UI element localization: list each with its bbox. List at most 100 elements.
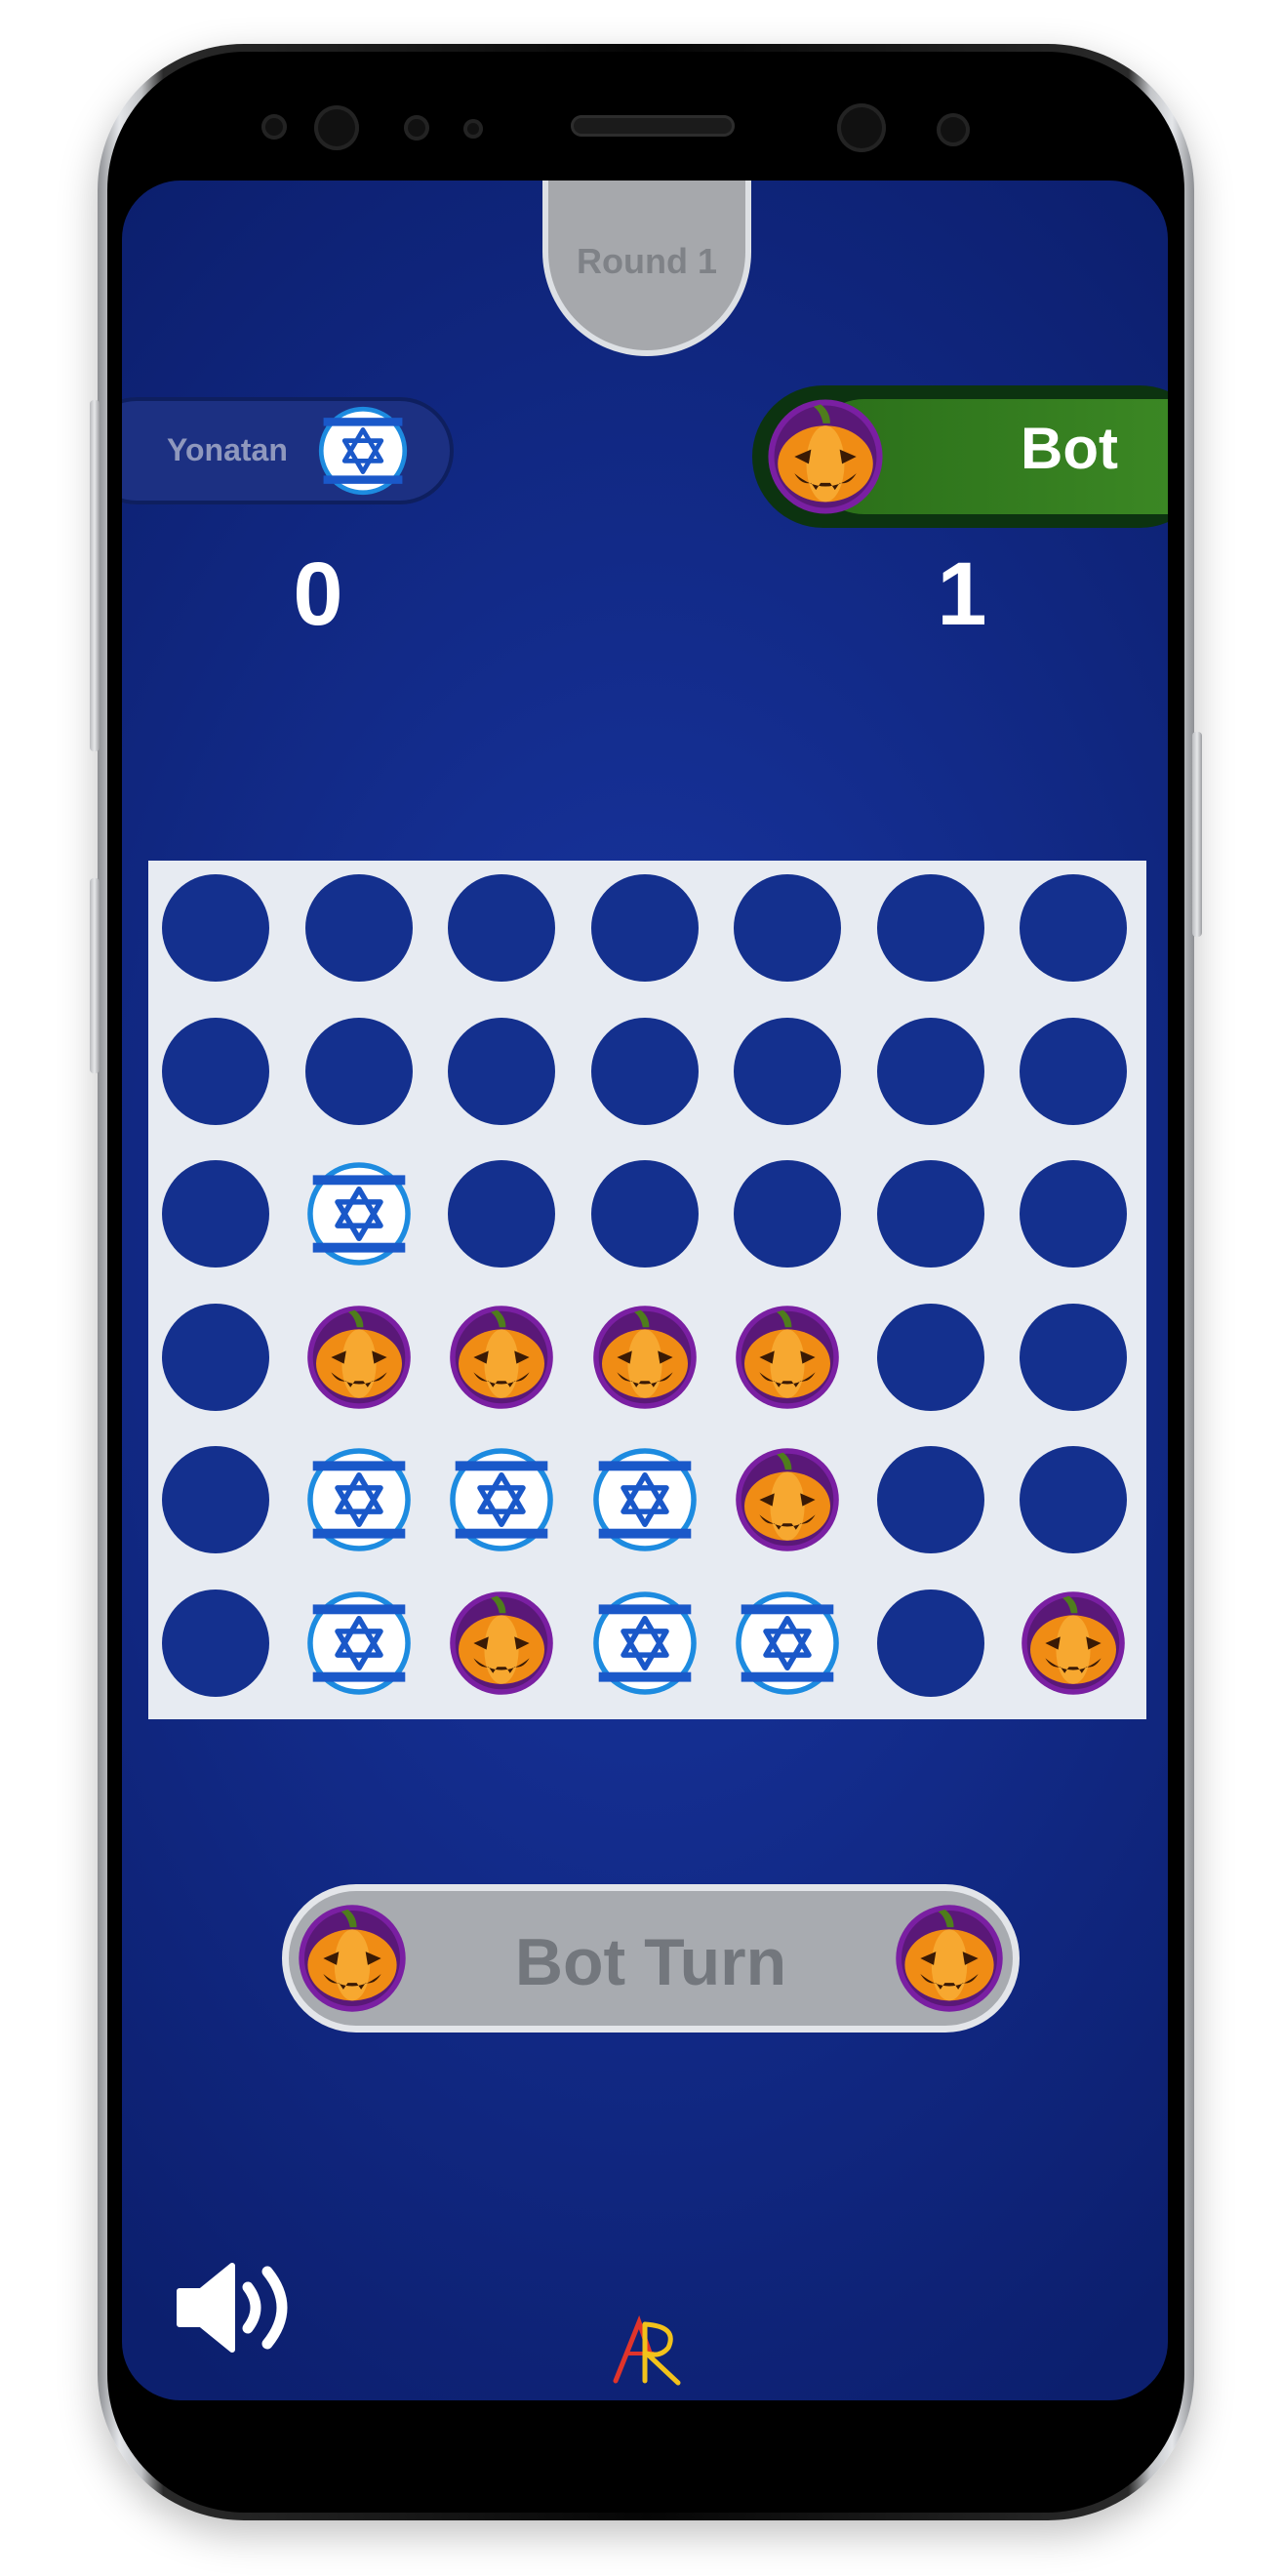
board-cell-r5-c4[interactable] [591, 1446, 699, 1553]
board-cell-r1-c7[interactable] [1020, 874, 1127, 982]
israel-flag-icon [317, 405, 409, 497]
board-cell-r5-c5[interactable] [734, 1446, 841, 1553]
board-hole [876, 1589, 984, 1697]
board-cell-r1-c5[interactable] [734, 874, 841, 982]
board-cell-r3-c1[interactable] [162, 1160, 269, 1268]
round-indicator: Round 1 [542, 181, 751, 356]
pumpkin-icon [734, 1304, 841, 1411]
player-pill-bot: Bot [752, 385, 1168, 528]
israel-flag-icon [448, 1446, 555, 1553]
board-hole [1020, 1303, 1127, 1411]
board-cell-r5-c1[interactable] [162, 1446, 269, 1553]
board-cell-r4-c2[interactable] [305, 1304, 413, 1411]
board-cell-r5-c3[interactable] [448, 1446, 555, 1553]
board-cell-r3-c4[interactable] [590, 1160, 699, 1268]
israel-flag-icon [734, 1590, 841, 1697]
board-cell-r3-c7[interactable] [1020, 1160, 1127, 1268]
board-cell-r1-c2[interactable] [304, 874, 413, 982]
pumpkin-icon [448, 1304, 555, 1411]
board-cell-r5-c6[interactable] [876, 1446, 984, 1553]
board-hole [448, 874, 555, 982]
board-cell-r2-c2[interactable] [304, 1017, 413, 1125]
pumpkin-icon [305, 1304, 413, 1411]
board-cell-r6-c3[interactable] [448, 1590, 555, 1697]
board-cell-r4-c6[interactable] [876, 1303, 984, 1411]
board-cell-r3-c2[interactable] [305, 1160, 413, 1268]
board-hole [162, 1589, 269, 1697]
board-hole [162, 1303, 269, 1411]
proximity-sensor [404, 115, 429, 141]
board-hole [876, 1446, 984, 1553]
board-cell-r4-c7[interactable] [1020, 1303, 1127, 1411]
earpiece-speaker [571, 115, 735, 137]
round-label: Round 1 [577, 241, 717, 281]
israel-flag-icon [305, 1446, 413, 1553]
game-screen: Round 1 Yonatan Bot 0 1 Bot Turn [122, 181, 1168, 2400]
board-cell-r2-c3[interactable] [448, 1017, 555, 1125]
board-hole [734, 874, 841, 982]
israel-flag-icon [305, 1590, 413, 1697]
board-cell-r1-c6[interactable] [876, 874, 984, 982]
board-cell-r6-c1[interactable] [162, 1589, 269, 1697]
pumpkin-icon [448, 1590, 555, 1697]
board-cell-r6-c5[interactable] [734, 1590, 841, 1697]
board-hole [876, 1303, 984, 1411]
board-cell-r3-c5[interactable] [734, 1160, 841, 1268]
board-hole [734, 1017, 841, 1125]
board-cell-r2-c4[interactable] [590, 1017, 699, 1125]
player-name-right: Bot [1021, 416, 1118, 481]
board-hole [876, 1017, 984, 1125]
sound-toggle-button[interactable] [176, 2254, 302, 2361]
board-cell-r5-c2[interactable] [305, 1446, 413, 1553]
player-name-left: Yonatan [167, 432, 288, 467]
game-board [148, 861, 1146, 1719]
board-cell-r3-c3[interactable] [448, 1160, 555, 1268]
board-cell-r6-c7[interactable] [1020, 1590, 1127, 1697]
board-cell-r1-c4[interactable] [590, 874, 699, 982]
board-hole [304, 1017, 413, 1125]
volume-button [90, 400, 100, 751]
board-hole [1020, 1446, 1127, 1553]
israel-flag-icon [591, 1590, 699, 1697]
board-cell-r2-c1[interactable] [162, 1017, 269, 1125]
score-left: 0 [293, 544, 343, 644]
board-hole [1020, 1017, 1127, 1125]
power-button [1192, 732, 1202, 937]
israel-flag-icon [591, 1446, 699, 1553]
board-hole [304, 874, 413, 982]
board-cell-r4-c1[interactable] [162, 1303, 269, 1411]
board-cell-r4-c4[interactable] [591, 1304, 699, 1411]
board-hole [448, 1160, 555, 1268]
board-hole [876, 874, 984, 982]
board-hole [162, 1017, 269, 1125]
board-cell-r3-c6[interactable] [876, 1160, 984, 1268]
board-cell-r6-c2[interactable] [305, 1590, 413, 1697]
board-hole [1020, 874, 1127, 982]
board-hole [734, 1160, 841, 1268]
board-hole [162, 1160, 269, 1268]
board-hole [590, 1017, 699, 1125]
board-cell-r6-c4[interactable] [591, 1590, 699, 1697]
board-cell-r2-c5[interactable] [734, 1017, 841, 1125]
iris-sensor [314, 105, 359, 150]
iris-camera [937, 113, 970, 146]
turn-indicator: Bot Turn [282, 1884, 1020, 2033]
board-cell-r2-c6[interactable] [876, 1017, 984, 1125]
board-cell-r5-c7[interactable] [1020, 1446, 1127, 1553]
player-pill-yonatan: Yonatan [122, 397, 454, 504]
board-cell-r6-c6[interactable] [876, 1589, 984, 1697]
bixby-button [90, 878, 100, 1073]
front-camera [837, 103, 886, 152]
board-hole [590, 874, 699, 982]
speaker-volume-icon [177, 2263, 288, 2353]
pumpkin-icon [894, 1903, 1005, 2014]
board-cell-r1-c3[interactable] [448, 874, 555, 982]
board-cell-r4-c3[interactable] [448, 1304, 555, 1411]
board-hole [590, 1160, 699, 1268]
pumpkin-icon [1020, 1590, 1127, 1697]
light-sensor [463, 119, 483, 139]
board-hole [448, 1017, 555, 1125]
board-cell-r1-c1[interactable] [162, 874, 269, 982]
board-cell-r4-c5[interactable] [734, 1304, 841, 1411]
board-cell-r2-c7[interactable] [1020, 1017, 1127, 1125]
